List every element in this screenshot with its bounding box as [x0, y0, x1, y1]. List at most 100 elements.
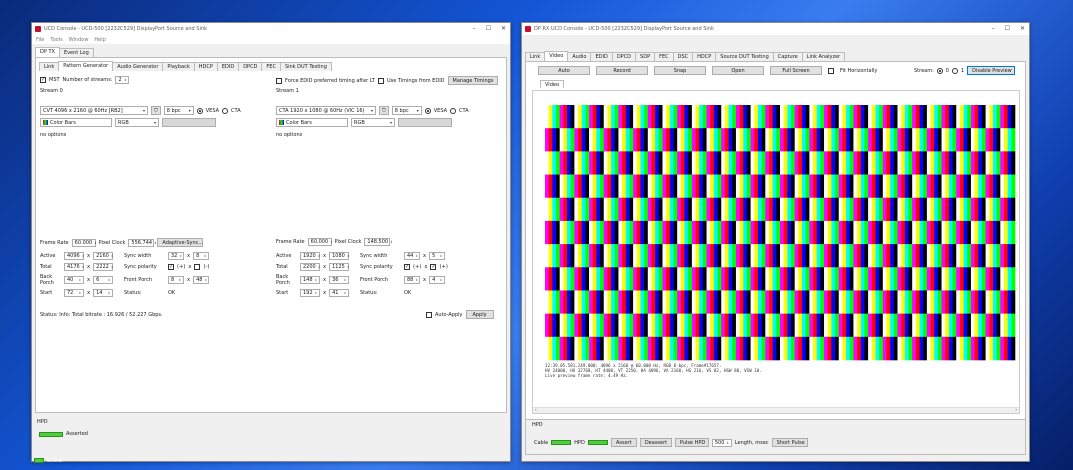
maximize-icon[interactable]: ☐: [1005, 25, 1010, 32]
tab-hdcp[interactable]: HDCP: [193, 62, 218, 71]
close-icon[interactable]: ✕: [501, 25, 506, 32]
apply-button[interactable]: Apply: [465, 310, 494, 319]
start-h-input[interactable]: 41 ⇕: [329, 289, 350, 297]
minimize-icon[interactable]: –: [473, 25, 476, 32]
menu-window[interactable]: Window: [69, 37, 89, 43]
open-button[interactable]: Open: [712, 66, 764, 75]
stream-1-vesa-radio[interactable]: [424, 107, 431, 114]
total-h-input[interactable]: 1125 ⇕: [329, 263, 349, 271]
manage-timings-button[interactable]: Manage Timings: [447, 76, 499, 85]
total-h-input[interactable]: 2222 ⇕: [93, 263, 113, 271]
auto-apply-checkbox[interactable]: [426, 311, 432, 318]
sync-width-w-input[interactable]: 44 ⇕: [404, 252, 420, 260]
tab-audio[interactable]: Audio: [567, 52, 592, 61]
sync-polarity-h-checkbox[interactable]: ✓: [404, 264, 410, 270]
tab-fec[interactable]: FEC: [654, 52, 674, 61]
tab-source-dut-testing[interactable]: Source DUT Testing: [715, 52, 774, 61]
sync-polarity-v-checkbox[interactable]: ✓: [430, 264, 437, 270]
snap-button[interactable]: Snap: [654, 66, 706, 75]
tab-video[interactable]: Video: [544, 51, 569, 61]
tab-dpcd[interactable]: DPCD: [238, 62, 263, 71]
use-timings-checkbox[interactable]: [377, 77, 384, 84]
scroll-left-icon[interactable]: ‹: [535, 407, 537, 412]
tab-dpcd[interactable]: DPCD: [611, 52, 637, 61]
active-w-input[interactable]: 4096 ⇕: [64, 252, 84, 260]
pulse-hpd-button[interactable]: Pulse HPD: [674, 438, 709, 447]
tx-titlebar[interactable]: UCD Console - UCD-500 [2232C529] Display…: [32, 23, 510, 35]
sync-polarity-h-checkbox[interactable]: ✓: [168, 264, 174, 270]
back-porch-h-input[interactable]: 36 ⇕: [329, 276, 350, 284]
sync-width-h-input[interactable]: 8 ⇕: [193, 252, 210, 260]
stream-1-frame-rate-input[interactable]: 60.000 ⇕: [307, 238, 333, 246]
record-button[interactable]: Record: [596, 66, 648, 75]
front-porch-h-input[interactable]: 48 ⇕: [193, 276, 210, 284]
tab-playback[interactable]: Playback: [162, 62, 195, 71]
mst-checkbox[interactable]: ✓: [40, 77, 46, 83]
tab-edid[interactable]: EDID: [590, 52, 613, 61]
full-screen-button[interactable]: Full Screen: [770, 66, 822, 75]
num-streams-spinner[interactable]: 2 ⇕: [115, 76, 130, 84]
stream-1-bpc-select[interactable]: 8 bpc ▾: [391, 106, 422, 115]
stream-0-pixel-clock-input[interactable]: 556.744 ⇕: [128, 238, 157, 247]
stream-0-bpc-select[interactable]: 8 bpc ▾: [163, 106, 194, 115]
stream-1-radio[interactable]: [951, 67, 958, 74]
tab-event-log[interactable]: Event Log: [58, 48, 94, 57]
stream-0-timing-select[interactable]: CVT 4096 x 2160 @ 60Hz [RB2] ▾: [40, 106, 148, 115]
sync-polarity-v-checkbox[interactable]: [194, 264, 201, 270]
active-h-input[interactable]: 1080 ⇕: [329, 252, 349, 260]
adaptive-sync-button[interactable]: Adaptive-Sync...: [157, 238, 204, 247]
back-porch-w-input[interactable]: 148 ⇕: [300, 276, 320, 284]
tab-hdcp[interactable]: HDCP: [692, 52, 717, 61]
stream-1-timing-select[interactable]: CTA 1920 x 1080 @ 60Hz (VIC 16) ▾: [276, 106, 376, 115]
auto-button[interactable]: Auto: [538, 66, 590, 75]
tab-link[interactable]: Link: [525, 52, 546, 61]
tab-sdp[interactable]: SDP: [635, 52, 656, 61]
sync-width-w-input[interactable]: 32 ⇕: [168, 252, 184, 260]
tab-edid[interactable]: EDID: [216, 62, 240, 71]
stream-0-cta-radio[interactable]: [222, 107, 229, 114]
tab-dp-tx[interactable]: DP TX: [35, 47, 60, 57]
stream-1-pixel-clock-input[interactable]: 148.500 ⇕: [364, 238, 393, 246]
menu-file[interactable]: File: [36, 37, 44, 43]
horizontal-scrollbar[interactable]: ‹ ›: [533, 407, 1019, 413]
stream-0-pattern-select[interactable]: Color Bars: [40, 118, 112, 127]
sync-width-h-input[interactable]: 5 ⇕: [429, 252, 446, 260]
tab-sink-dut-testing[interactable]: Sink DUT Testing: [279, 62, 332, 71]
rx-titlebar[interactable]: DP RX UCD Console - UCD-500 [2232C529] D…: [522, 23, 1029, 35]
menu-help[interactable]: Help: [94, 37, 105, 43]
tab-audio-generator[interactable]: Audio Generator: [112, 62, 164, 71]
front-porch-h-input[interactable]: 4 ⇕: [429, 276, 446, 284]
stream-1-filter-icon[interactable]: ⛉: [379, 106, 389, 115]
back-porch-h-input[interactable]: 6 ⇕: [93, 276, 114, 284]
front-porch-w-input[interactable]: 88 ⇕: [404, 276, 420, 284]
front-porch-w-input[interactable]: 8 ⇕: [168, 276, 184, 284]
back-porch-w-input[interactable]: 40 ⇕: [64, 276, 84, 284]
menu-tools[interactable]: Tools: [50, 37, 62, 43]
pulse-length-input[interactable]: 500 ⇕: [711, 438, 732, 447]
force-edid-checkbox[interactable]: [276, 77, 282, 84]
maximize-icon[interactable]: ☐: [486, 25, 491, 32]
close-icon[interactable]: ✕: [1020, 25, 1025, 32]
start-w-input[interactable]: 72 ⇕: [64, 289, 84, 297]
start-w-input[interactable]: 192 ⇕: [300, 289, 320, 297]
stream-0-colorspace-select[interactable]: RGB ▾: [115, 118, 159, 127]
video-subtab[interactable]: Video: [540, 80, 565, 88]
minimize-icon[interactable]: –: [992, 25, 995, 32]
short-pulse-button[interactable]: Short Pulse: [771, 438, 808, 447]
tab-fec[interactable]: FEC: [261, 62, 281, 71]
scroll-right-icon[interactable]: ›: [1015, 407, 1017, 412]
stream-0-filter-icon[interactable]: ⛉: [151, 106, 161, 115]
assert-button[interactable]: Assert: [610, 438, 637, 447]
fit-horizontally-checkbox[interactable]: [828, 67, 834, 74]
start-h-input[interactable]: 14 ⇕: [93, 289, 114, 297]
stream-1-cta-radio[interactable]: [450, 107, 457, 114]
stream-1-pattern-select[interactable]: Color Bars: [276, 118, 348, 127]
stream-0-frame-rate-input[interactable]: 60.000 ⇕: [71, 238, 97, 247]
stream-0-radio[interactable]: [936, 67, 943, 74]
tab-link[interactable]: Link: [39, 62, 60, 71]
tab-dsc[interactable]: DSC: [672, 52, 694, 61]
total-w-input[interactable]: 4176 ⇕: [64, 263, 84, 271]
active-w-input[interactable]: 1920 ⇕: [300, 252, 320, 260]
active-h-input[interactable]: 2160 ⇕: [93, 252, 113, 260]
disable-preview-button[interactable]: Disable Preview: [967, 66, 1016, 75]
